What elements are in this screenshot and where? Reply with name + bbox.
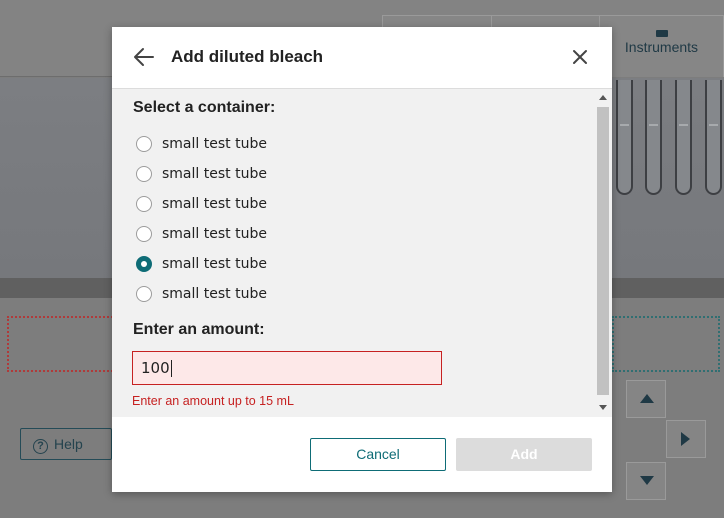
scroll-up-arrow-icon[interactable] [599, 95, 607, 100]
radio-button[interactable] [136, 166, 152, 182]
arrow-left-icon [134, 48, 154, 66]
container-option[interactable]: small test tube [136, 192, 267, 216]
container-option-label: small test tube [162, 196, 267, 212]
container-option-label: small test tube [162, 256, 267, 272]
help-label: Help [54, 436, 83, 452]
radio-button[interactable] [136, 226, 152, 242]
test-tube[interactable] [705, 80, 722, 195]
container-option-label: small test tube [162, 286, 267, 302]
container-heading: Select a container: [133, 99, 276, 116]
container-option-label: small test tube [162, 136, 267, 152]
test-tube[interactable] [675, 80, 692, 195]
container-option[interactable]: small test tube [136, 132, 267, 156]
dialog-header: Add diluted bleach [112, 27, 612, 89]
dialog-body: Select a container: small test tube smal… [112, 89, 612, 417]
container-option[interactable]: small test tube [136, 222, 267, 246]
tab-instruments[interactable]: Instruments [599, 15, 724, 77]
amount-input[interactable]: 100 [132, 351, 442, 385]
direction-pad [612, 378, 724, 500]
cancel-button[interactable]: Cancel [310, 438, 446, 471]
add-button[interactable]: Add [456, 438, 592, 471]
pad-down-button[interactable] [626, 462, 666, 500]
drop-zone-right[interactable] [612, 316, 720, 372]
dialog-scrollbar[interactable] [596, 93, 610, 413]
radio-button[interactable] [136, 286, 152, 302]
container-option-label: small test tube [162, 166, 267, 182]
add-reagent-dialog: Add diluted bleach Select a container: s… [112, 27, 612, 492]
amount-error-message: Enter an amount up to 15 mL [132, 394, 294, 408]
close-button[interactable] [570, 47, 590, 67]
container-option-selected[interactable]: small test tube [136, 252, 267, 276]
container-option[interactable]: small test tube [136, 162, 267, 186]
container-option-label: small test tube [162, 226, 267, 242]
help-button[interactable]: ? Help [20, 428, 112, 460]
amount-value: 100 [141, 359, 170, 377]
amount-heading: Enter an amount: [133, 321, 265, 338]
scroll-down-arrow-icon[interactable] [599, 405, 607, 410]
close-icon [573, 50, 587, 64]
dialog-footer: Cancel Add [112, 417, 612, 492]
question-circle-icon: ? [33, 439, 48, 454]
drop-zone-left[interactable] [7, 316, 117, 372]
dialog-title: Add diluted bleach [171, 47, 324, 66]
pad-up-button[interactable] [626, 380, 666, 418]
test-tube[interactable] [645, 80, 662, 195]
pad-right-button[interactable] [666, 420, 706, 458]
back-button[interactable] [132, 45, 156, 69]
radio-button[interactable] [136, 196, 152, 212]
radio-button[interactable] [136, 136, 152, 152]
scroll-thumb[interactable] [597, 107, 609, 395]
test-tube[interactable] [616, 80, 633, 195]
container-option[interactable]: small test tube [136, 282, 267, 306]
instruments-icon [655, 30, 668, 37]
tab-instruments-label: Instruments [624, 39, 699, 55]
radio-button-checked[interactable] [136, 256, 152, 272]
text-caret [170, 360, 172, 377]
